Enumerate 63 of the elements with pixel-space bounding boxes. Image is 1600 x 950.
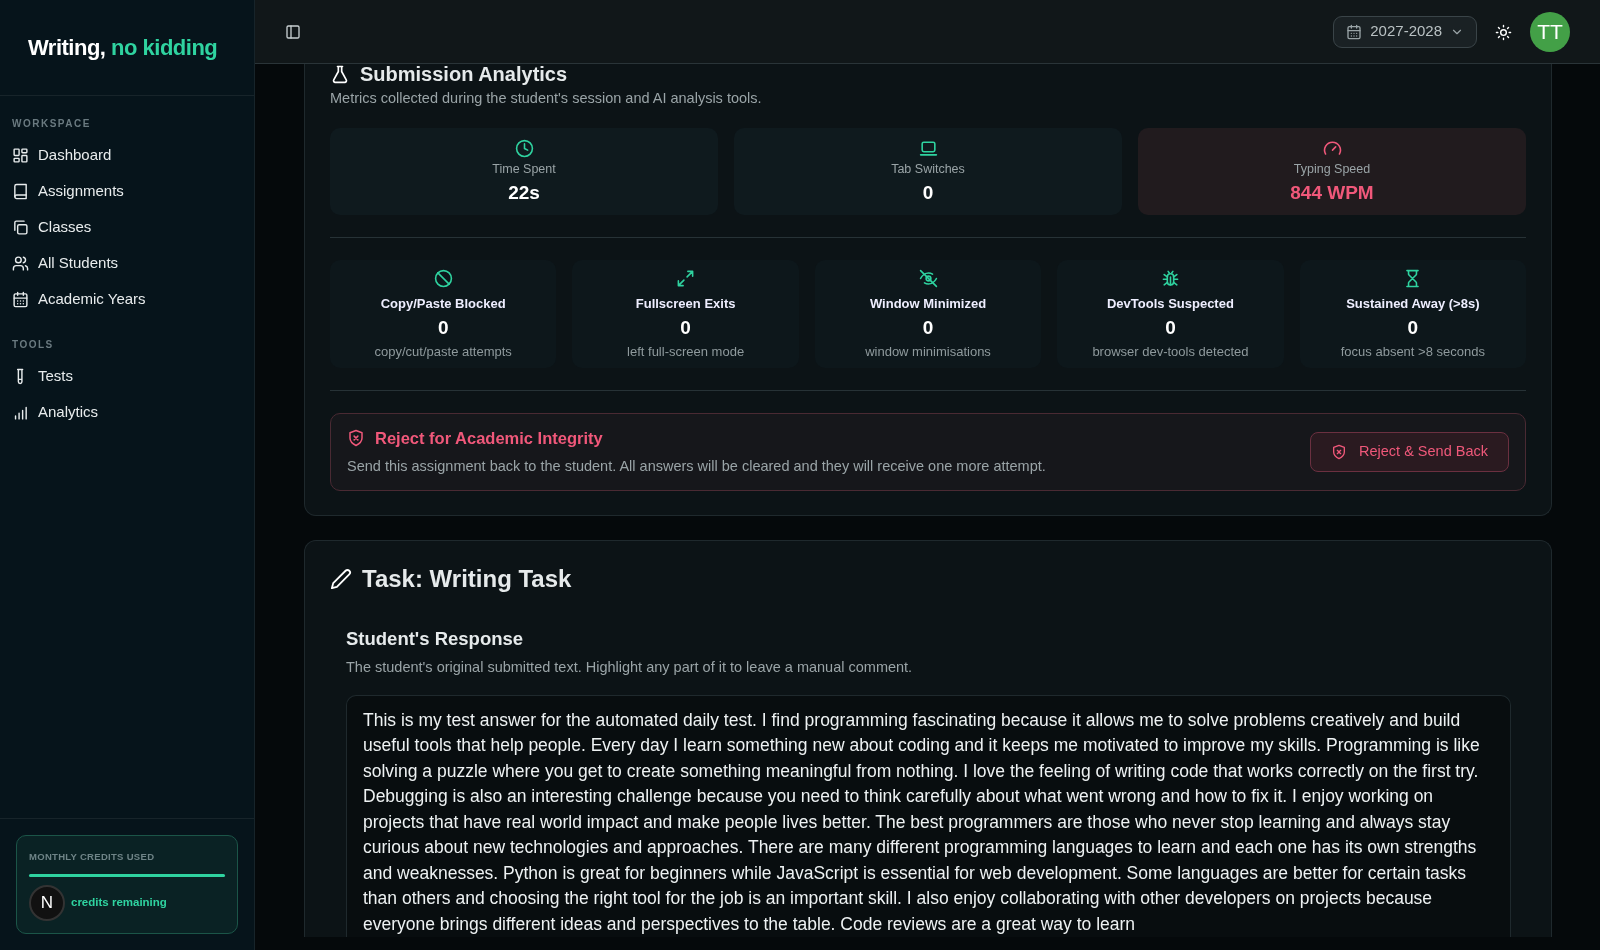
copy-icon: [12, 218, 29, 236]
clock-icon: [514, 139, 534, 158]
event-label: Copy/Paste Blocked: [379, 295, 507, 313]
event-note: browser dev-tools detected: [1091, 343, 1250, 361]
shield-x-icon: [347, 428, 365, 447]
sidebar-item[interactable]: Dashboard: [4, 137, 250, 173]
gauge-icon: [1322, 139, 1342, 158]
eye-off-icon: [918, 269, 938, 289]
shield-x-icon: [1331, 443, 1348, 460]
reject-description: Send this assignment back to the student. All answers will be cleared and they will receive one more attempt.: [347, 457, 1046, 477]
metric-label: Time Spent: [491, 160, 557, 178]
book-icon: [12, 182, 29, 200]
sun-icon: [1495, 23, 1512, 41]
event-note: focus absent >8 seconds: [1339, 343, 1486, 361]
metric-value: 22s: [507, 180, 541, 205]
flask-icon: [330, 64, 350, 84]
event-value: 0: [1164, 315, 1177, 340]
reject-title: Reject for Academic Integrity: [375, 427, 603, 449]
event-note: window minimisations: [864, 343, 992, 361]
event-value: 0: [436, 315, 450, 340]
sidebar-toggle-icon: [285, 24, 301, 41]
calendar-icon: [1346, 23, 1363, 40]
metric-label: Tab Switches: [890, 160, 966, 178]
laptop-icon: [918, 139, 938, 158]
credits-text: credits remaining: [71, 895, 167, 911]
sidebar-item[interactable]: Academic Years: [4, 281, 250, 317]
event-value: 0: [921, 315, 935, 340]
event-note: copy/cut/paste attempts: [373, 343, 513, 361]
section-heading: TOOLS: [11, 338, 55, 352]
response-title: Student's Response: [346, 627, 525, 651]
app-logo: Writing, no kidding: [28, 34, 218, 62]
section-description: Metrics collected during the student's session and AI analysis tools.: [330, 89, 763, 108]
dev-indicator-button[interactable]: N: [29, 885, 65, 921]
metric-value: 0: [921, 180, 935, 205]
event-label: DevTools Suspected: [1105, 295, 1235, 313]
expand-icon: [676, 269, 696, 289]
calendar-icon: [12, 290, 29, 308]
section-heading: WORKSPACE: [11, 117, 92, 131]
event-value: 0: [679, 315, 692, 340]
event-note: left full-screen mode: [626, 343, 746, 361]
response-description: The student's original submitted text. Highlight any part of it to leave a manual comment.: [346, 657, 914, 677]
pencil-icon: [330, 568, 352, 590]
sidebar-item[interactable]: Classes: [4, 209, 250, 245]
event-value: 0: [1406, 315, 1420, 340]
metric-label: Typing Speed: [1292, 160, 1372, 178]
event-label: Sustained Away (>8s): [1345, 295, 1481, 313]
section-title: Submission Analytics: [360, 64, 568, 87]
sidebar-item[interactable]: Analytics: [4, 394, 250, 430]
grid-icon: [12, 146, 29, 164]
sidebar-item[interactable]: Assignments: [4, 173, 250, 209]
bug-icon: [1160, 269, 1180, 289]
task-title: Task: Writing Task: [362, 564, 572, 594]
response-text: This is my test answer for the automated daily test. I find programming fascinating because it allows me to solve problems creatively and build useful tools that help people. Every day I learn something new about coding and it keeps me motivated to improve my skills. Programming is like solving a puzzle where you get to create something meaningful from nothing. I love the feeling of writing code that works correctly on the first try. Debugging is also an interesting challenge because you need to think carefully about what went wrong and how to fix it. I enjoy working on projects that have real world impact and make people lives better. The best programmers are those who never stop learning and always stay curious about new technologies and approaches. There are many different programming languages to learn and each one has its own strengths and weaknesses. Python is great for beginners while JavaScript is essential for web development. Some languages are better for certain tasks than others and choosing the right tool for the job is an important skill. I also enjoy collaborating with other developers on projects because everyone brings different ideas and perspectives to the table. Code reviews are a great way to learn: [346, 694, 1511, 937]
blocked-icon: [433, 269, 453, 289]
sidebar-item[interactable]: All Students: [4, 245, 250, 281]
sidebar-item[interactable]: Tests: [4, 358, 250, 394]
event-label: Fullscreen Exits: [634, 295, 737, 313]
metric-value: 844 WPM: [1289, 180, 1375, 205]
event-label: Window Minimized: [868, 295, 988, 313]
year-dropdown[interactable]: 2027-2028: [1333, 15, 1477, 48]
reject-button[interactable]: Reject & Send Back: [1310, 431, 1509, 472]
users-icon: [12, 254, 29, 272]
credits-label: MONTHLY CREDITS USED: [29, 849, 156, 864]
